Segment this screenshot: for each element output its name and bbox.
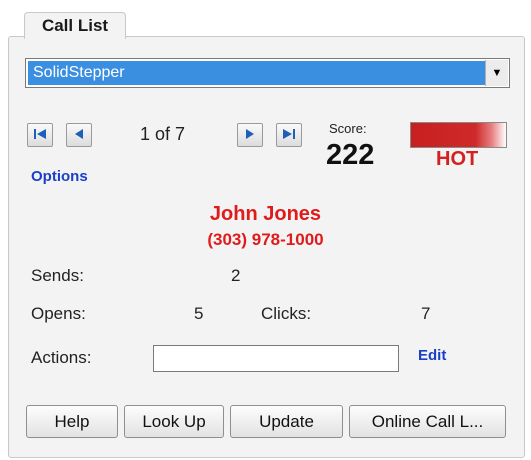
prev-icon (73, 127, 85, 143)
next-icon (244, 127, 256, 143)
help-button[interactable]: Help (26, 405, 118, 438)
last-record-button[interactable] (276, 123, 302, 147)
contact-phone: (303) 978-1000 (207, 230, 324, 249)
actions-label: Actions: (31, 348, 92, 367)
chevron-down-icon[interactable]: ▼ (485, 60, 508, 86)
opens-value: 5 (194, 304, 204, 323)
skip-first-icon (33, 127, 47, 143)
skip-last-icon (282, 127, 296, 143)
sends-value: 2 (231, 266, 241, 285)
update-button[interactable]: Update (230, 405, 343, 438)
next-record-button[interactable] (237, 123, 263, 147)
help-button-label: Help (54, 411, 90, 431)
clicks-value: 7 (421, 304, 431, 323)
tab-call-list[interactable]: Call List (24, 12, 126, 40)
contact-name: John Jones (209, 203, 322, 225)
opens-label: Opens: (31, 304, 86, 323)
update-button-label: Update (259, 411, 314, 431)
options-link[interactable]: Options (31, 168, 88, 185)
score-label: Score: (329, 121, 367, 136)
lookup-button-label: Look Up (142, 411, 206, 431)
online-call-list-button[interactable]: Online Call L... (349, 405, 506, 438)
heat-meter (410, 122, 507, 148)
page-indicator: 1 of 7 (140, 124, 186, 144)
first-record-button[interactable] (27, 123, 53, 147)
previous-record-button[interactable] (66, 123, 92, 147)
clicks-label: Clicks: (261, 304, 312, 323)
heat-status-label: HOT (436, 148, 479, 170)
sends-label: Sends: (31, 266, 84, 285)
online-call-list-button-label: Online Call L... (371, 411, 484, 431)
edit-link[interactable]: Edit (418, 347, 446, 364)
lookup-button[interactable]: Look Up (124, 405, 224, 438)
tab-label: Call List (41, 16, 109, 35)
score-value: 222 (326, 139, 375, 171)
list-dropdown[interactable]: SolidStepper ▼ (25, 58, 510, 88)
dropdown-selected-value: SolidStepper (28, 61, 485, 85)
actions-field[interactable] (153, 345, 399, 372)
